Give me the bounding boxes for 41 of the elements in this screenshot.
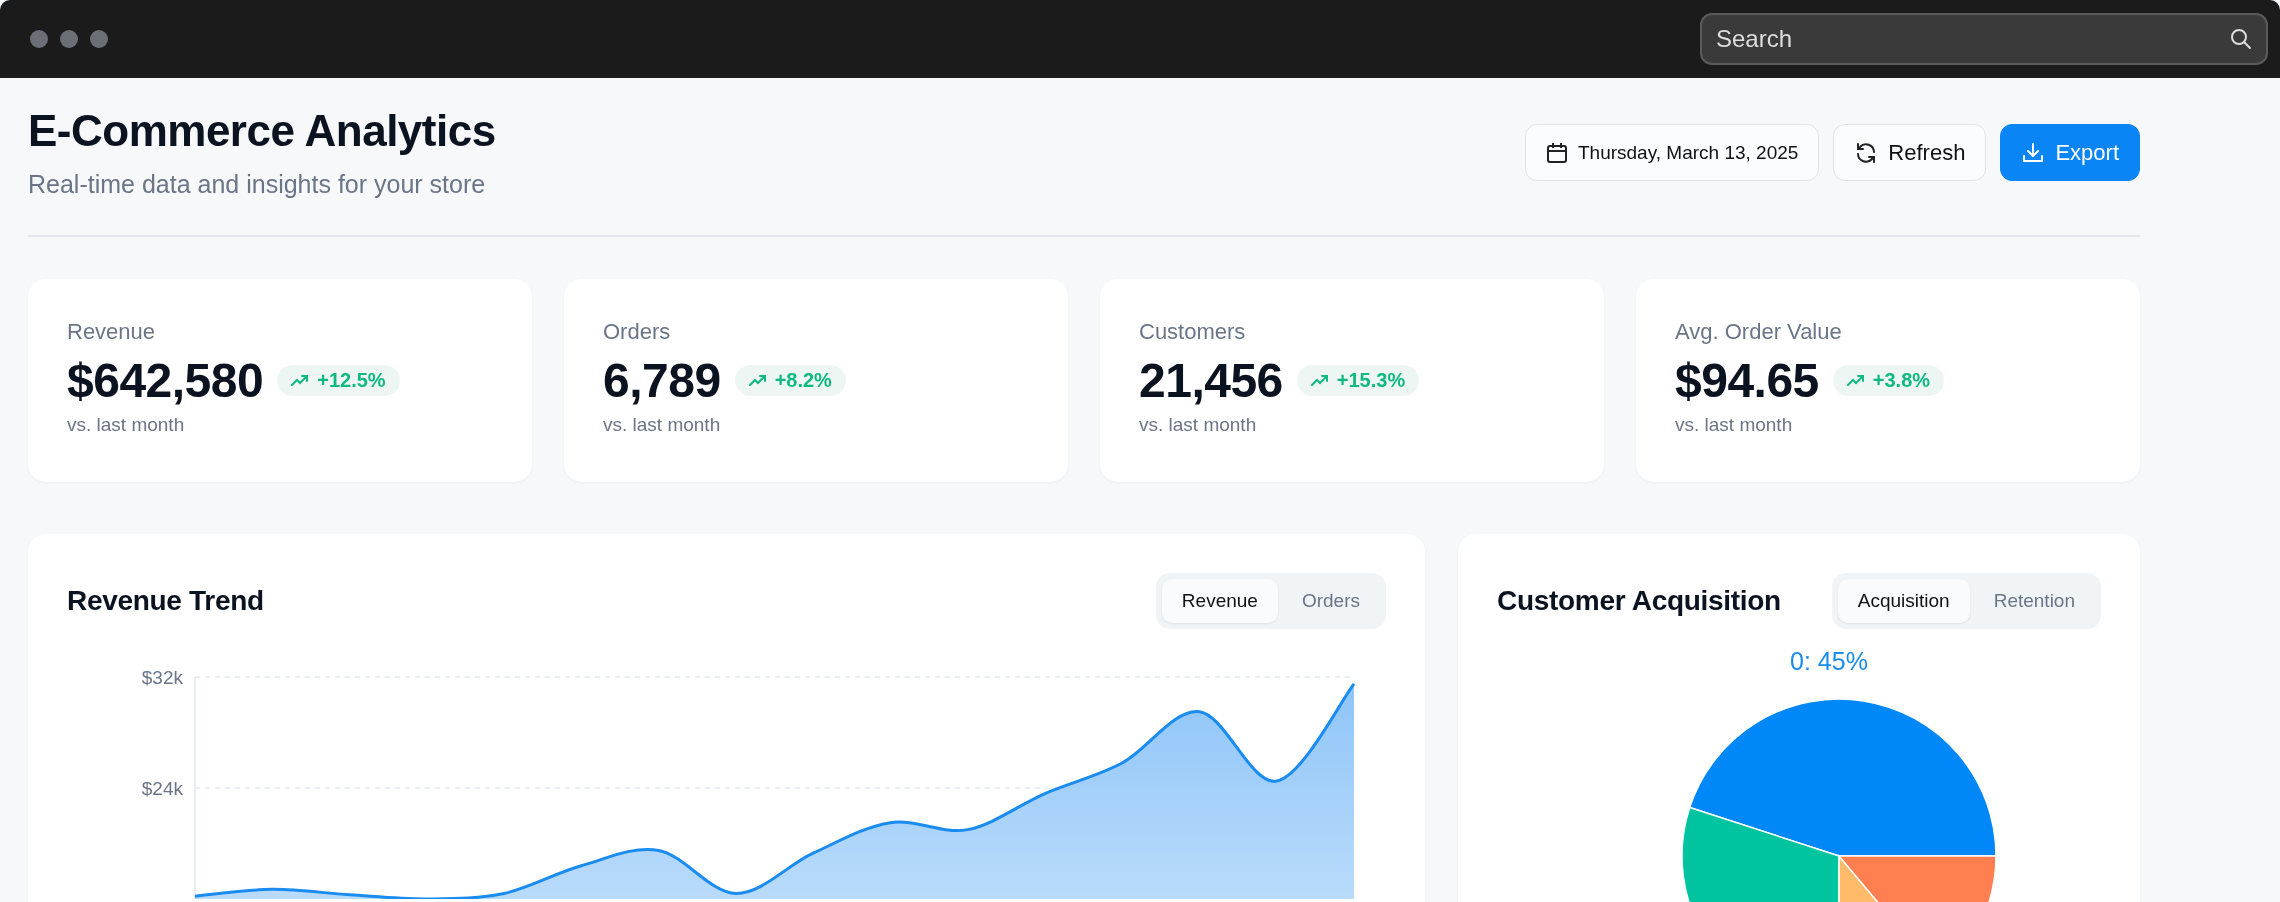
stat-label: Revenue xyxy=(67,318,157,345)
trend-icon xyxy=(1846,374,1865,386)
stat-value: 21,456 xyxy=(1139,352,1283,408)
trend-icon xyxy=(748,374,767,386)
stat-value: $94.65 xyxy=(1675,352,1819,408)
stat-value: $642,580 xyxy=(67,352,264,408)
stat-label: Customers xyxy=(1139,318,1247,345)
stat-note: vs. last month xyxy=(67,413,186,436)
pie-label: 0: 45% xyxy=(1789,646,1869,676)
chart-tab[interactable]: Acquisition xyxy=(1837,578,1970,623)
search-icon xyxy=(2230,28,2252,50)
window-dot-icon[interactable] xyxy=(60,30,78,48)
chart-title: Revenue Trend xyxy=(67,584,264,617)
page-subtitle: Real-time data and insights for your store xyxy=(28,170,487,199)
page-title: E-Commerce Analytics xyxy=(28,106,496,156)
stat-label: Orders xyxy=(603,318,672,345)
chart-tab[interactable]: Revenue xyxy=(1161,578,1278,623)
axis-tick-label: $24k xyxy=(141,777,183,799)
export-button[interactable]: Export xyxy=(2000,124,2140,181)
stat-note: vs. last month xyxy=(603,413,722,436)
chart-tab[interactable]: Orders xyxy=(1281,578,1380,623)
calendar-icon xyxy=(1546,141,1568,164)
stat-note: vs. last month xyxy=(1675,413,1794,436)
window-dot-icon[interactable] xyxy=(30,30,48,48)
date-picker-button[interactable]: Thursday, March 13, 2025 xyxy=(1525,124,1820,181)
stat-value: 6,789 xyxy=(603,352,721,408)
change-badge: +8.2% xyxy=(734,364,846,396)
chart-tab[interactable]: Retention xyxy=(1973,578,2095,623)
chart-title: Customer Acquisition xyxy=(1497,584,1781,617)
trend-icon xyxy=(291,374,310,386)
change-badge: +12.5% xyxy=(277,364,400,396)
search-field[interactable]: Search xyxy=(1700,13,2268,65)
window-dot-icon[interactable] xyxy=(90,30,108,48)
change-badge: +15.3% xyxy=(1296,364,1420,396)
stat-label: Avg. Order Value xyxy=(1675,318,1843,345)
change-badge: +3.8% xyxy=(1832,364,1945,396)
refresh-button[interactable]: Refresh xyxy=(1833,124,1987,181)
axis-tick-label: $32k xyxy=(141,666,183,688)
download-icon xyxy=(2021,140,2046,165)
stat-note: vs. last month xyxy=(1139,413,1258,436)
trend-icon xyxy=(1310,374,1329,386)
